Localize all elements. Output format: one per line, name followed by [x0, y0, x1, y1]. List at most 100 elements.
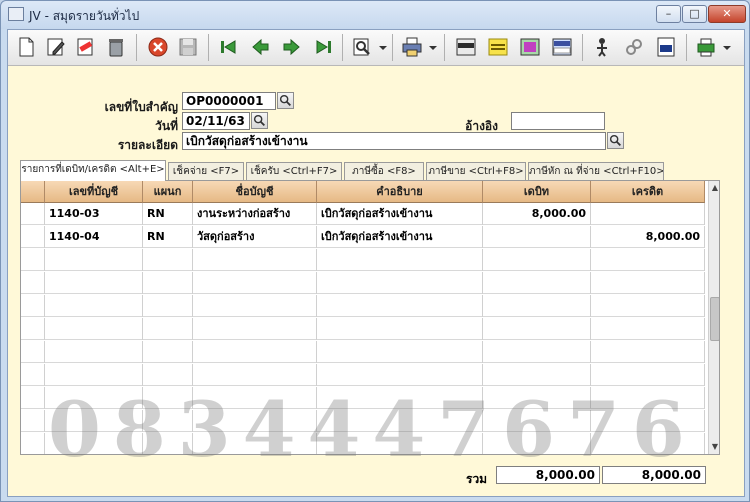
empty-cell[interactable]	[193, 410, 317, 432]
empty-table-row[interactable]	[21, 433, 705, 454]
empty-cell[interactable]	[483, 410, 591, 432]
minimize-button[interactable]: –	[656, 5, 681, 23]
empty-table-row[interactable]	[21, 318, 705, 340]
empty-cell[interactable]	[193, 272, 317, 294]
empty-cell[interactable]	[317, 318, 483, 340]
trash-icon[interactable]	[104, 35, 128, 59]
approve-icon[interactable]	[590, 35, 614, 59]
empty-cell[interactable]	[193, 387, 317, 409]
cell-account-no[interactable]: 1140-04	[45, 226, 143, 248]
col-account-no[interactable]: เลขที่บัญชี	[45, 181, 143, 203]
empty-table-row[interactable]	[21, 387, 705, 409]
postgl-icon[interactable]	[550, 35, 574, 59]
ok-icon[interactable]	[654, 35, 678, 59]
empty-table-row[interactable]	[21, 410, 705, 432]
empty-cell[interactable]	[143, 249, 193, 271]
edit-icon[interactable]	[44, 35, 68, 59]
empty-cell[interactable]	[21, 433, 45, 454]
tab-withholding-tax[interactable]: ภาษีหัก ณ ที่จ่าย <Ctrl+F10>	[528, 162, 664, 181]
empty-cell[interactable]	[21, 341, 45, 363]
empty-cell[interactable]	[483, 249, 591, 271]
cell-department[interactable]: RN	[143, 203, 193, 225]
row-selector[interactable]	[21, 226, 45, 248]
empty-cell[interactable]	[483, 295, 591, 317]
tab-cheque-pay[interactable]: เช็คจ่าย <F7>	[168, 162, 244, 181]
maximize-button[interactable]: □	[682, 5, 707, 23]
empty-cell[interactable]	[591, 433, 705, 454]
cell-department[interactable]: RN	[143, 226, 193, 248]
empty-cell[interactable]	[317, 433, 483, 454]
col-credit[interactable]: เครดิต	[591, 181, 705, 203]
cell-credit[interactable]: 8,000.00	[591, 226, 705, 248]
date-field[interactable]: 02/11/63	[182, 112, 250, 130]
delete-icon[interactable]	[74, 35, 98, 59]
empty-cell[interactable]	[591, 364, 705, 386]
ref-field[interactable]	[511, 112, 605, 130]
empty-table-row[interactable]	[21, 341, 705, 363]
empty-cell[interactable]	[193, 318, 317, 340]
cell-account-name[interactable]: งานระหว่างก่อสร้าง	[193, 203, 317, 225]
empty-cell[interactable]	[317, 272, 483, 294]
empty-cell[interactable]	[317, 295, 483, 317]
empty-cell[interactable]	[45, 318, 143, 340]
empty-cell[interactable]	[483, 341, 591, 363]
empty-cell[interactable]	[193, 341, 317, 363]
col-department[interactable]: แผนก	[143, 181, 193, 203]
col-account-name[interactable]: ชื่อบัญชี	[193, 181, 317, 203]
empty-cell[interactable]	[143, 433, 193, 454]
date-picker-button[interactable]	[251, 112, 268, 129]
empty-cell[interactable]	[45, 387, 143, 409]
cell-description[interactable]: เบิกวัสดุก่อสร้างเข้างาน	[317, 226, 483, 248]
empty-cell[interactable]	[143, 387, 193, 409]
empty-cell[interactable]	[317, 249, 483, 271]
empty-cell[interactable]	[483, 318, 591, 340]
empty-cell[interactable]	[483, 387, 591, 409]
empty-cell[interactable]	[317, 364, 483, 386]
chevron-down-icon[interactable]	[378, 35, 388, 59]
empty-cell[interactable]	[193, 295, 317, 317]
unlock-icon[interactable]	[622, 35, 646, 59]
empty-cell[interactable]	[317, 387, 483, 409]
tab-sales-tax[interactable]: ภาษีขาย <Ctrl+F8>	[426, 162, 526, 181]
cell-description[interactable]: เบิกวัสดุก่อสร้างเข้างาน	[317, 203, 483, 225]
tab-cheque-receive[interactable]: เช็ครับ <Ctrl+F7>	[246, 162, 342, 181]
empty-cell[interactable]	[317, 410, 483, 432]
empty-cell[interactable]	[143, 364, 193, 386]
empty-cell[interactable]	[591, 272, 705, 294]
empty-table-row[interactable]	[21, 249, 705, 271]
prev-icon[interactable]	[248, 35, 272, 59]
table-row[interactable]: 1140-04 RN วัสดุก่อสร้าง เบิกวัสดุก่อสร้…	[21, 226, 705, 248]
vertical-scrollbar[interactable]: ▲ ▼	[708, 181, 719, 454]
scroll-thumb[interactable]	[710, 297, 719, 341]
empty-cell[interactable]	[45, 341, 143, 363]
close-button[interactable]: ✕	[708, 5, 746, 23]
namedesc-icon[interactable]	[486, 35, 510, 59]
cell-debit[interactable]	[483, 226, 591, 248]
empty-cell[interactable]	[21, 364, 45, 386]
doc-no-field[interactable]: OP0000001	[182, 92, 276, 110]
detail-field[interactable]: เบิกวัสดุก่อสร้างเข้างาน	[182, 132, 606, 150]
chevron-down-icon[interactable]	[428, 35, 438, 59]
empty-cell[interactable]	[483, 433, 591, 454]
empty-cell[interactable]	[193, 364, 317, 386]
empty-cell[interactable]	[45, 272, 143, 294]
empty-cell[interactable]	[143, 318, 193, 340]
empty-cell[interactable]	[21, 249, 45, 271]
export-icon[interactable]	[694, 35, 718, 59]
scroll-up-icon[interactable]: ▲	[709, 181, 719, 195]
empty-cell[interactable]	[21, 295, 45, 317]
empty-cell[interactable]	[21, 318, 45, 340]
next-icon[interactable]	[280, 35, 304, 59]
cell-debit[interactable]: 8,000.00	[483, 203, 591, 225]
scroll-down-icon[interactable]: ▼	[709, 440, 719, 454]
empty-cell[interactable]	[143, 295, 193, 317]
col-description[interactable]: คำอธิบาย	[317, 181, 483, 203]
empty-cell[interactable]	[591, 341, 705, 363]
cancel-icon[interactable]	[146, 35, 170, 59]
empty-cell[interactable]	[21, 387, 45, 409]
empty-cell[interactable]	[591, 410, 705, 432]
save-icon[interactable]	[176, 35, 200, 59]
tab-purchase-tax[interactable]: ภาษีซื้อ <F8>	[344, 162, 424, 181]
first-icon[interactable]	[216, 35, 240, 59]
empty-cell[interactable]	[45, 295, 143, 317]
